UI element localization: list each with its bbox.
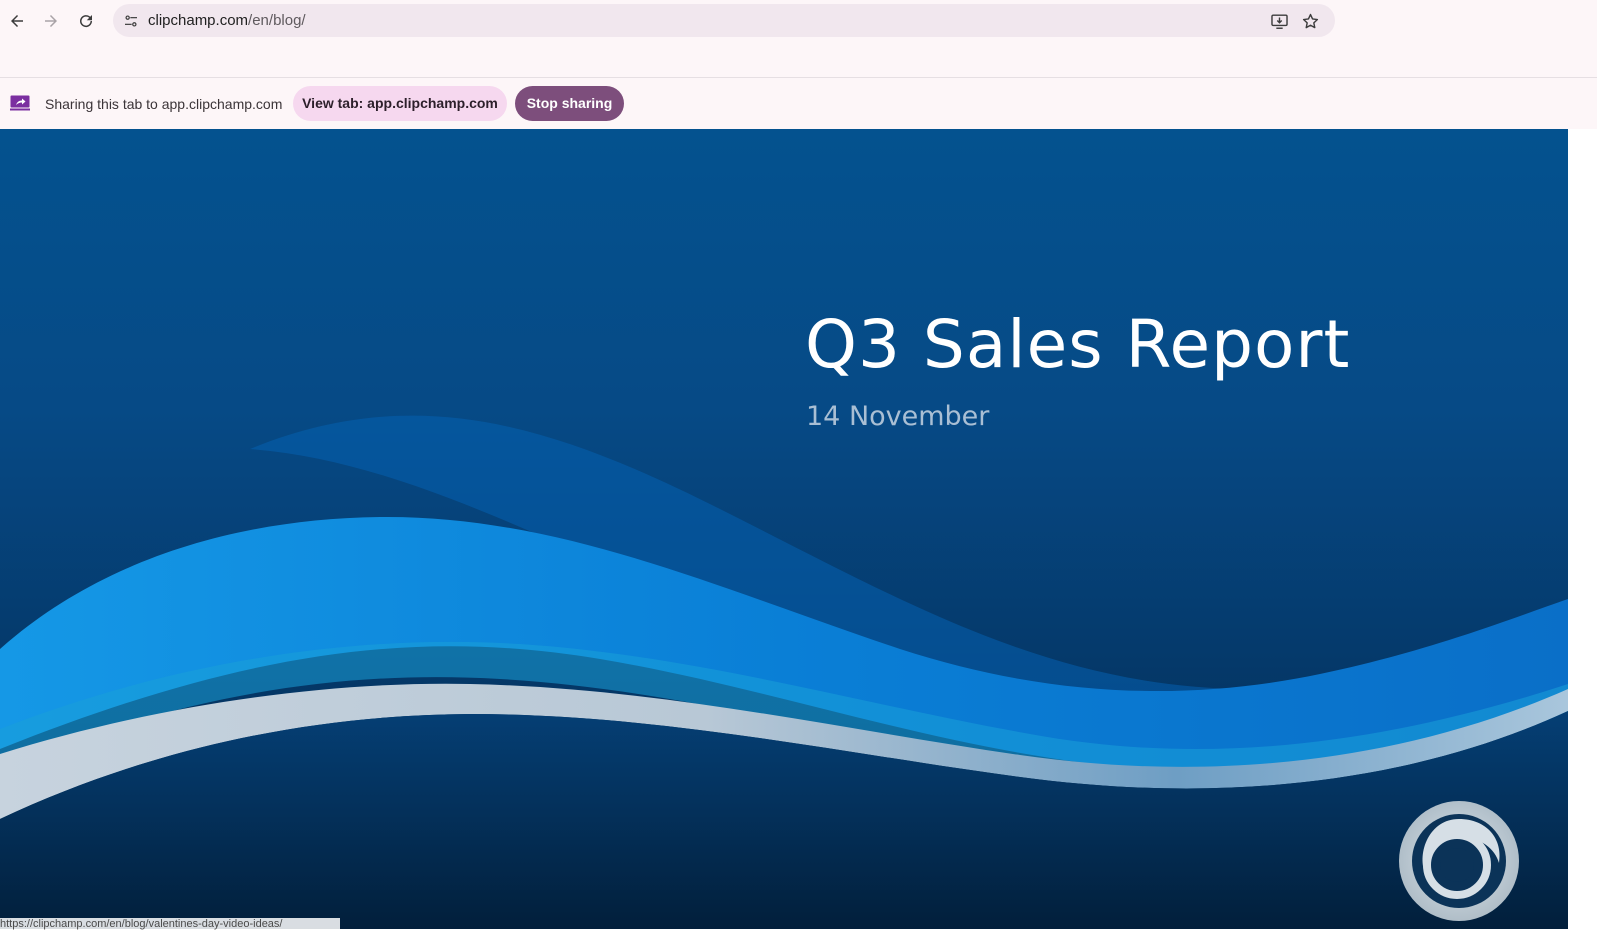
tab-sharing-bar: Sharing this tab to app.clipchamp.com Vi… — [0, 78, 1597, 129]
screen-share-icon — [10, 95, 30, 111]
presentation-slide: Q3 Sales Report 14 November — [0, 129, 1568, 929]
install-app-button[interactable] — [1268, 10, 1290, 32]
bookmark-button[interactable] — [1299, 10, 1321, 32]
slide-date: 14 November — [806, 401, 990, 432]
stop-sharing-button[interactable]: Stop sharing — [515, 86, 624, 121]
site-info-button[interactable] — [119, 9, 143, 33]
star-icon — [1302, 13, 1318, 28]
url-path: /en/blog/ — [248, 12, 306, 29]
install-app-icon — [1270, 13, 1288, 29]
reload-button[interactable] — [73, 8, 99, 34]
link-status-bar: https://clipchamp.com/en/blog/valentines… — [0, 918, 340, 930]
address-bar[interactable]: clipchamp.com/en/blog/ — [113, 4, 1335, 37]
url-host: clipchamp.com — [148, 12, 249, 29]
slide-title: Q3 Sales Report — [805, 306, 1351, 383]
view-tab-button[interactable]: View tab: app.clipchamp.com — [293, 86, 507, 121]
sharing-message: Sharing this tab to app.clipchamp.com — [45, 96, 283, 112]
arrow-left-icon — [11, 15, 23, 27]
page-margin — [1568, 129, 1597, 947]
bottom-strip — [0, 929, 1597, 947]
back-button[interactable] — [4, 8, 30, 34]
arrow-right-icon — [45, 15, 57, 27]
wave-graphic — [0, 415, 1568, 929]
forward-button[interactable] — [38, 8, 64, 34]
browser-toolbar: clipchamp.com/en/blog/ — [0, 0, 1597, 42]
reload-icon — [80, 15, 93, 28]
circular-logo — [1399, 801, 1519, 921]
url-text[interactable]: clipchamp.com/en/blog/ — [148, 12, 306, 29]
tune-icon — [125, 15, 137, 27]
